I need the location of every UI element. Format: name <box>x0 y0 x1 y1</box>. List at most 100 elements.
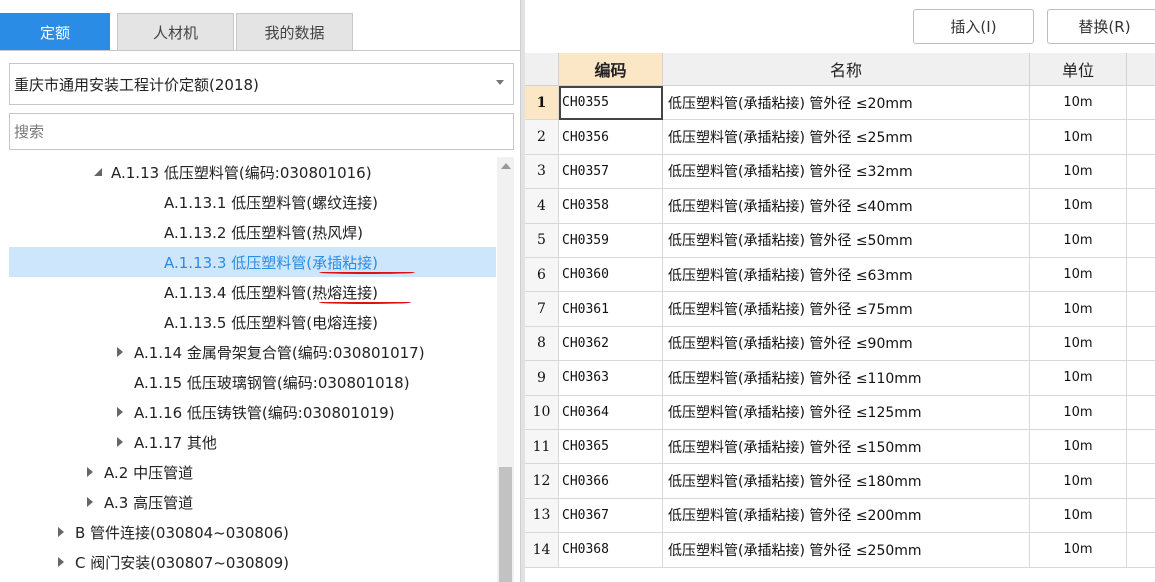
unit-cell[interactable]: 10m <box>1030 223 1127 258</box>
table-row[interactable]: 14 CH0368 低压塑料管(承插粘接) 管外径 ≤250mm 10m <box>525 533 1155 568</box>
unit-cell[interactable]: 10m <box>1030 154 1127 190</box>
code-cell[interactable]: CH0360 <box>559 258 663 293</box>
name-cell[interactable]: 低压塑料管(承插粘接) 管外径 ≤90mm <box>663 326 1030 362</box>
row-number-cell[interactable]: 2 <box>525 120 559 155</box>
replace-button[interactable]: 替换(R) <box>1047 9 1155 44</box>
row-number-cell[interactable]: 8 <box>525 326 559 362</box>
name-cell[interactable]: 低压塑料管(承插粘接) 管外径 ≤75mm <box>663 292 1030 327</box>
unit-cell[interactable]: 10m <box>1030 258 1127 293</box>
tree-scrollbar[interactable] <box>497 157 514 582</box>
code-cell[interactable]: CH0366 <box>559 464 663 499</box>
expand-arrow-icon[interactable] <box>117 407 123 417</box>
expand-arrow-icon[interactable] <box>87 467 93 477</box>
collapse-arrow-icon[interactable] <box>94 168 102 176</box>
code-cell[interactable]: CH0361 <box>559 292 663 327</box>
unit-cell[interactable]: 10m <box>1030 464 1127 499</box>
name-cell[interactable]: 低压塑料管(承插粘接) 管外径 ≤180mm <box>663 464 1030 499</box>
row-number-cell[interactable]: 12 <box>525 464 559 499</box>
tree-node[interactable]: A.3 高压管道 <box>9 487 496 517</box>
unit-cell[interactable]: 10m <box>1030 361 1127 396</box>
name-cell[interactable]: 低压塑料管(承插粘接) 管外径 ≤40mm <box>663 189 1030 224</box>
row-number-cell[interactable]: 5 <box>525 223 559 258</box>
tree-node[interactable]: A.1.13.1 低压塑料管(螺纹连接) <box>9 187 496 217</box>
row-number-cell[interactable]: 14 <box>525 533 559 568</box>
unit-cell[interactable]: 10m <box>1030 189 1127 224</box>
unit-cell[interactable]: 10m <box>1030 533 1127 568</box>
search-input[interactable] <box>9 113 514 150</box>
table-row[interactable]: 7 CH0361 低压塑料管(承插粘接) 管外径 ≤75mm 10m <box>525 292 1155 327</box>
code-cell[interactable]: CH0364 <box>559 395 663 430</box>
table-row[interactable]: 3 CH0357 低压塑料管(承插粘接) 管外径 ≤32mm 10m <box>525 154 1155 190</box>
table-row[interactable]: 13 CH0367 低压塑料管(承插粘接) 管外径 ≤200mm 10m <box>525 498 1155 534</box>
tree-node[interactable]: A.1.13.5 低压塑料管(电熔连接) <box>9 307 496 337</box>
table-row[interactable]: 11 CH0365 低压塑料管(承插粘接) 管外径 ≤150mm 10m <box>525 430 1155 465</box>
name-cell[interactable]: 低压塑料管(承插粘接) 管外径 ≤50mm <box>663 223 1030 258</box>
tree-node[interactable]: A.2 中压管道 <box>9 457 496 487</box>
tab-my-data[interactable]: 我的数据 <box>236 13 353 50</box>
row-number-cell[interactable]: 3 <box>525 154 559 190</box>
tab-labor-material-machine[interactable]: 人材机 <box>117 13 234 50</box>
table-row[interactable]: 1 CH0355 低压塑料管(承插粘接) 管外径 ≤20mm 10m <box>525 86 1155 121</box>
tree-node[interactable]: A.1.15 低压玻璃钢管(编码:030801018) <box>9 367 496 397</box>
code-cell[interactable]: CH0363 <box>559 361 663 396</box>
row-number-cell[interactable]: 1 <box>525 86 559 121</box>
tree-node[interactable]: B 管件连接(030804~030806) <box>9 517 496 547</box>
tree-node[interactable]: A.1.16 低压铸铁管(编码:030801019) <box>9 397 496 427</box>
row-number-cell[interactable]: 6 <box>525 258 559 293</box>
table-row[interactable]: 8 CH0362 低压塑料管(承插粘接) 管外径 ≤90mm 10m <box>525 326 1155 362</box>
name-cell[interactable]: 低压塑料管(承插粘接) 管外径 ≤250mm <box>663 533 1030 568</box>
tree-node[interactable]: A.1.14 金属骨架复合管(编码:030801017) <box>9 337 496 367</box>
name-cell[interactable]: 低压塑料管(承插粘接) 管外径 ≤25mm <box>663 120 1030 155</box>
scroll-up-icon[interactable] <box>501 163 511 169</box>
name-cell[interactable]: 低压塑料管(承插粘接) 管外径 ≤125mm <box>663 395 1030 430</box>
code-cell[interactable]: CH0367 <box>559 498 663 534</box>
tree-node[interactable]: A.1.13.2 低压塑料管(热风焊) <box>9 217 496 247</box>
insert-button[interactable]: 插入(I) <box>913 9 1034 44</box>
unit-cell[interactable]: 10m <box>1030 326 1127 362</box>
code-cell[interactable]: CH0368 <box>559 533 663 568</box>
unit-cell[interactable]: 10m <box>1030 498 1127 534</box>
table-row[interactable]: 6 CH0360 低压塑料管(承插粘接) 管外径 ≤63mm 10m <box>525 258 1155 293</box>
expand-arrow-icon[interactable] <box>58 557 64 567</box>
code-cell[interactable]: CH0356 <box>559 120 663 155</box>
tree-node[interactable]: A.1.13.4 低压塑料管(热熔连接) <box>9 277 496 307</box>
chevron-down-icon[interactable] <box>496 80 504 85</box>
unit-cell[interactable]: 10m <box>1030 120 1127 155</box>
code-cell[interactable]: CH0355 <box>559 86 663 121</box>
column-header-unit[interactable]: 单位 <box>1030 53 1127 86</box>
table-row[interactable]: 5 CH0359 低压塑料管(承插粘接) 管外径 ≤50mm 10m <box>525 223 1155 258</box>
row-number-cell[interactable]: 13 <box>525 498 559 534</box>
column-header-name[interactable]: 名称 <box>663 53 1030 86</box>
name-cell[interactable]: 低压塑料管(承插粘接) 管外径 ≤110mm <box>663 361 1030 396</box>
tab-quota[interactable]: 定额 <box>0 13 110 50</box>
code-cell[interactable]: CH0357 <box>559 154 663 190</box>
row-number-cell[interactable]: 9 <box>525 361 559 396</box>
row-number-cell[interactable]: 10 <box>525 395 559 430</box>
expand-arrow-icon[interactable] <box>87 497 93 507</box>
column-header-code[interactable]: 编码 <box>559 53 663 86</box>
table-row[interactable]: 9 CH0363 低压塑料管(承插粘接) 管外径 ≤110mm 10m <box>525 361 1155 396</box>
table-row[interactable]: 4 CH0358 低压塑料管(承插粘接) 管外径 ≤40mm 10m <box>525 189 1155 224</box>
scrollbar-thumb[interactable] <box>499 467 512 582</box>
expand-arrow-icon[interactable] <box>58 527 64 537</box>
unit-cell[interactable]: 10m <box>1030 292 1127 327</box>
name-cell[interactable]: 低压塑料管(承插粘接) 管外径 ≤20mm <box>663 86 1030 121</box>
code-cell[interactable]: CH0362 <box>559 326 663 362</box>
row-number-cell[interactable]: 4 <box>525 189 559 224</box>
name-cell[interactable]: 低压塑料管(承插粘接) 管外径 ≤150mm <box>663 430 1030 465</box>
table-row[interactable]: 12 CH0366 低压塑料管(承插粘接) 管外径 ≤180mm 10m <box>525 464 1155 499</box>
expand-arrow-icon[interactable] <box>117 347 123 357</box>
tree-node[interactable]: A.1.17 其他 <box>9 427 496 457</box>
table-row[interactable]: 10 CH0364 低压塑料管(承插粘接) 管外径 ≤125mm 10m <box>525 395 1155 430</box>
name-cell[interactable]: 低压塑料管(承插粘接) 管外径 ≤200mm <box>663 498 1030 534</box>
table-row[interactable]: 2 CH0356 低压塑料管(承插粘接) 管外径 ≤25mm 10m <box>525 120 1155 155</box>
tree-node[interactable]: C 阀门安装(030807~030809) <box>9 547 496 577</box>
row-number-cell[interactable]: 11 <box>525 430 559 465</box>
row-number-cell[interactable]: 7 <box>525 292 559 327</box>
quota-library-select[interactable]: 重庆市通用安装工程计价定额(2018) <box>9 63 514 105</box>
expand-arrow-icon[interactable] <box>117 437 123 447</box>
code-cell[interactable]: CH0365 <box>559 430 663 465</box>
code-cell[interactable]: CH0358 <box>559 189 663 224</box>
code-cell[interactable]: CH0359 <box>559 223 663 258</box>
unit-cell[interactable]: 10m <box>1030 86 1127 121</box>
